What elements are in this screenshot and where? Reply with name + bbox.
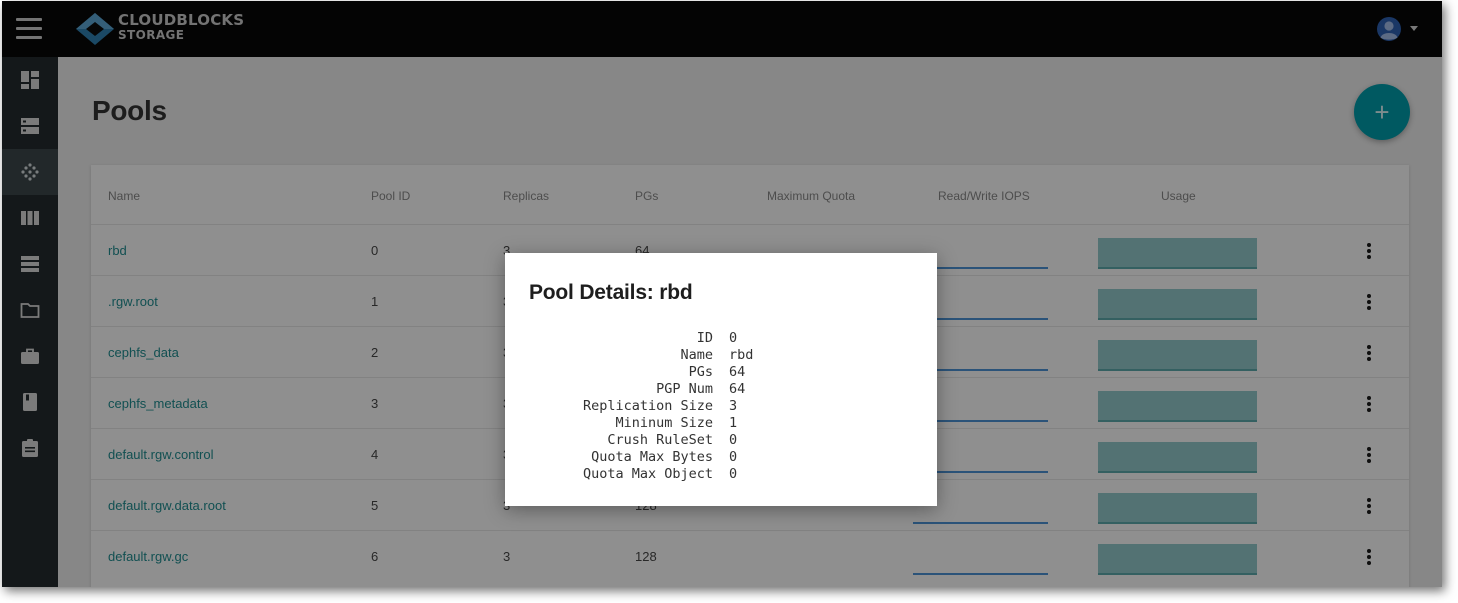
detail-value: 0	[729, 466, 738, 482]
detail-row-minimum-size: Mininum Size 1	[529, 415, 889, 432]
detail-value: 64	[729, 381, 746, 397]
detail-row-crush-ruleset: Crush RuleSet 0	[529, 432, 889, 449]
detail-key: ID	[696, 330, 713, 346]
detail-row-replication-size: Replication Size 3	[529, 398, 889, 415]
detail-key: Mininum Size	[615, 415, 713, 431]
detail-key: PGs	[688, 364, 713, 380]
dialog-title: Pool Details: rbd	[529, 281, 693, 304]
detail-key: Replication Size	[582, 398, 713, 414]
detail-key: Crush RuleSet	[607, 432, 713, 448]
detail-row-pgp-num: PGP Num 64	[529, 381, 889, 398]
detail-row-name: Name rbd	[529, 347, 889, 364]
detail-key: Quota Max Object	[582, 466, 713, 482]
detail-key: Quota Max Bytes	[591, 449, 713, 465]
detail-value: 64	[729, 364, 746, 380]
detail-value: 0	[729, 449, 738, 465]
detail-row-quota-max-bytes: Quota Max Bytes 0	[529, 449, 889, 466]
detail-value: 3	[729, 398, 738, 414]
detail-value: rbd	[729, 347, 754, 363]
detail-value: 0	[729, 330, 738, 346]
pool-details-dialog: Pool Details: rbd ID 0 Name rbd PGs 64 PGP …	[505, 253, 937, 506]
detail-value: 1	[729, 415, 738, 431]
detail-value: 0	[729, 432, 738, 448]
app-window: CLOUDBLOCKS STORAGE Pools + Name Pool ID…	[2, 1, 1442, 587]
detail-row-pgs: PGs 64	[529, 364, 889, 381]
detail-key: PGP Num	[656, 381, 713, 397]
detail-key: Name	[680, 347, 713, 363]
pool-details-list: ID 0 Name rbd PGs 64 PGP Num 64 Replication …	[529, 330, 889, 483]
detail-row-quota-max-object: Quota Max Object 0	[529, 466, 889, 483]
detail-row-id: ID 0	[529, 330, 889, 347]
